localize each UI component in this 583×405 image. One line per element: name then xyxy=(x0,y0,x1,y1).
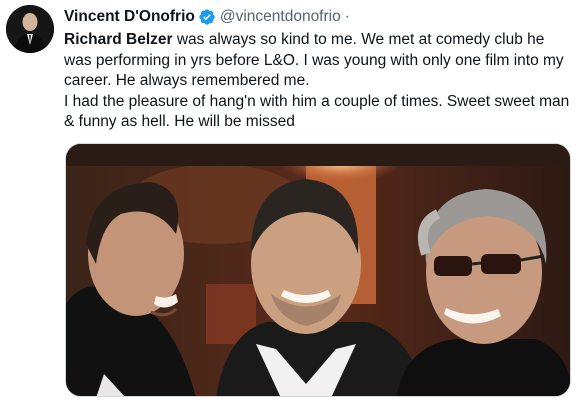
tweet-text: Richard Belzer was always so kind to me.… xyxy=(64,30,576,133)
tweet-paragraph-1: Richard Belzer was always so kind to me.… xyxy=(64,30,576,92)
tweet-paragraph-2: I had the pleasure of hang'n with him a … xyxy=(64,92,570,131)
avatar[interactable] xyxy=(6,5,54,53)
verified-badge-icon xyxy=(198,8,216,26)
author-name[interactable]: Vincent D'Onofrio xyxy=(64,8,195,26)
tweet-photo[interactable] xyxy=(65,143,571,397)
header-separator: · xyxy=(344,8,350,25)
mentioned-name: Richard Belzer xyxy=(64,31,173,48)
tweet: Vincent D'Onofrio @vincentdonofrio · Ric… xyxy=(0,0,583,405)
author-handle[interactable]: @vincentdonofrio xyxy=(220,8,341,26)
tweet-header: Vincent D'Onofrio @vincentdonofrio · xyxy=(64,5,350,29)
